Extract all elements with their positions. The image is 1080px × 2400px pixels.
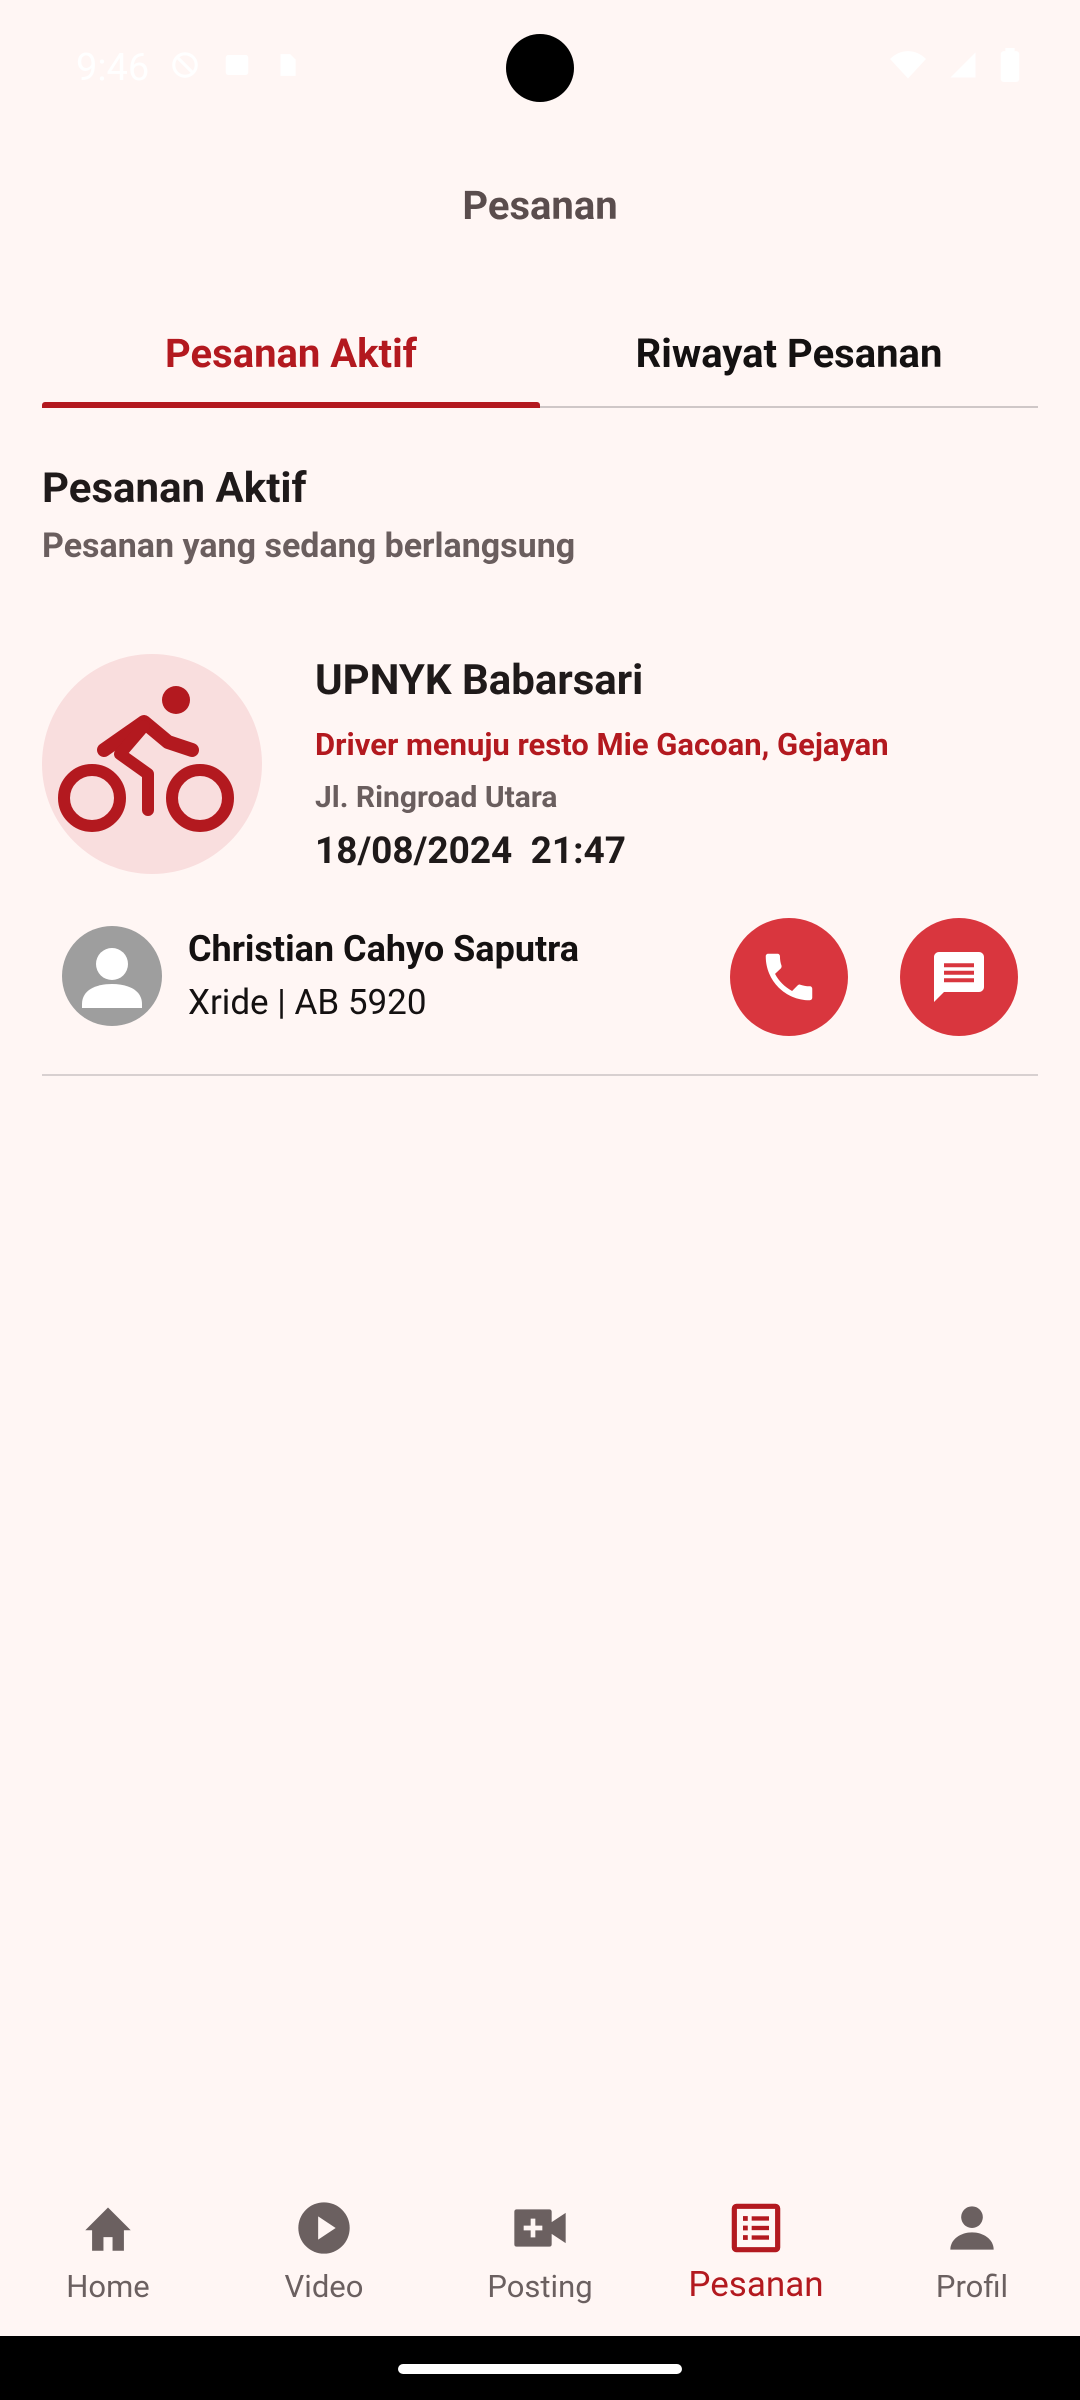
section-title: Pesanan Aktif	[42, 464, 307, 513]
wifi-icon	[890, 51, 926, 79]
avatar	[62, 926, 162, 1026]
nav-item-home[interactable]: Home	[0, 2168, 216, 2336]
status-bar: 9:46	[0, 0, 1080, 136]
order-status: Driver menuju resto Mie Gacoan, Gejayan	[315, 726, 889, 763]
nav-label-pesanan: Pesanan	[688, 2264, 824, 2305]
nav-item-posting[interactable]: Posting	[432, 2168, 648, 2336]
section-subtitle: Pesanan yang sedang berlangsung	[42, 526, 576, 566]
order-datetime: 18/08/2024 21:47	[315, 830, 627, 873]
home-icon	[85, 2207, 131, 2251]
tab-order-history[interactable]: Riwayat Pesanan	[540, 300, 1038, 406]
tab-indicator	[42, 402, 540, 408]
card-divider	[42, 1074, 1038, 1076]
sd-card-icon	[280, 54, 296, 76]
chat-button[interactable]	[900, 918, 1018, 1036]
play-icon	[298, 2202, 350, 2254]
nav-label-profil: Profil	[935, 2268, 1009, 2305]
phone-icon	[765, 953, 813, 1001]
nav-label-home: Home	[66, 2268, 150, 2305]
signal-icon	[950, 52, 976, 78]
bottom-navigation: Home Video Posting Pesanan Profil	[0, 2168, 1080, 2336]
camera-cutout	[506, 34, 574, 102]
tab-active-orders[interactable]: Pesanan Aktif	[42, 300, 540, 406]
call-button[interactable]	[730, 918, 848, 1036]
driver-name: Christian Cahyo Saputra	[188, 928, 580, 970]
photo-icon	[225, 55, 249, 75]
order-title: UPNYK Babarsari	[315, 656, 644, 705]
person-icon	[82, 948, 142, 1008]
dnd-icon	[172, 52, 198, 78]
nav-item-profil[interactable]: Profil	[864, 2168, 1080, 2336]
tab-bar: Pesanan Aktif Riwayat Pesanan	[42, 300, 1038, 410]
status-time: 9:46	[76, 46, 150, 90]
nav-item-video[interactable]: Video	[216, 2168, 432, 2336]
bicycle-icon	[58, 686, 234, 832]
page-title: Pesanan	[462, 182, 618, 229]
nav-label-posting: Posting	[487, 2268, 593, 2305]
status-icons-left	[170, 50, 300, 80]
person-icon	[950, 2206, 994, 2250]
battery-icon	[1000, 48, 1020, 82]
home-gesture-handle[interactable]	[398, 2364, 682, 2374]
list-icon	[731, 2203, 781, 2253]
order-address: Jl. Ringroad Utara	[315, 780, 558, 815]
status-icons-right	[890, 48, 1020, 82]
chat-icon	[934, 952, 984, 1002]
nav-item-pesanan[interactable]: Pesanan	[648, 2168, 864, 2336]
driver-vehicle: Xride | AB 5920	[188, 982, 427, 1023]
nav-label-video: Video	[284, 2268, 364, 2305]
video-add-icon	[514, 2209, 566, 2247]
order-icon-container	[42, 654, 262, 874]
